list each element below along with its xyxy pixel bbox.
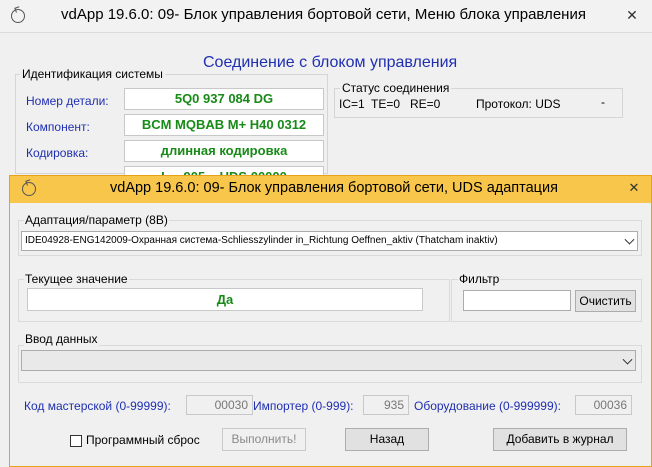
- close-button[interactable]: ✕: [623, 180, 645, 198]
- close-button[interactable]: ✕: [617, 5, 647, 25]
- data-input-legend: Ввод данных: [24, 332, 99, 346]
- workshop-code-label: Код мастерской (0-99999):: [24, 399, 171, 413]
- equipment-field: 00036: [575, 395, 632, 415]
- status-protocol: Протокол: UDS: [476, 97, 561, 111]
- chevron-down-icon: [622, 354, 633, 365]
- execute-button[interactable]: Выполнить!: [222, 428, 306, 451]
- system-identification-legend: Идентификация системы: [20, 67, 165, 81]
- coding-field: длинная кодировка: [124, 140, 324, 162]
- window-title: vdApp 19.6.0: 09- Блок управления бортов…: [61, 6, 586, 23]
- soft-reset-checkbox[interactable]: [70, 435, 82, 447]
- clear-filter-button[interactable]: Очистить: [575, 290, 636, 312]
- adaptation-select[interactable]: IDE04928-ENG142009-Охранная система-Schl…: [21, 231, 638, 251]
- adaptation-legend: Адаптация/параметр (8B): [24, 213, 169, 227]
- part-number-label: Номер детали:: [26, 94, 109, 108]
- status-re: RE=0: [410, 97, 441, 111]
- add-to-log-button[interactable]: Добавить в журнал: [493, 428, 627, 451]
- window-title: vdApp 19.6.0: 09- Блок управления бортов…: [110, 180, 558, 196]
- current-value-legend: Текущее значение: [24, 272, 129, 286]
- status-ic: IC=1: [339, 97, 365, 111]
- title-bar: vdApp 19.6.0: 09- Блок управления бортов…: [10, 176, 651, 203]
- workshop-code-field: 00030: [186, 395, 253, 415]
- app-icon: [22, 182, 36, 196]
- equipment-label: Оборудование (0-999999):: [414, 399, 561, 413]
- app-icon: [11, 9, 25, 23]
- importer-label: Импортер (0-999):: [253, 399, 354, 413]
- part-number-field: 5Q0 937 084 DG: [124, 88, 324, 110]
- coding-label: Кодировка:: [26, 146, 89, 160]
- uds-adaptation-window: vdApp 19.6.0: 09- Блок управления бортов…: [9, 175, 652, 467]
- connection-heading: Соединение с блоком управления: [203, 54, 458, 71]
- chevron-down-icon: [624, 234, 635, 245]
- filter-input[interactable]: [463, 290, 571, 311]
- importer-field: 935: [363, 395, 409, 415]
- data-input-select[interactable]: [21, 350, 636, 371]
- adaptation-select-value: IDE04928-ENG142009-Охранная система-Schl…: [25, 235, 498, 246]
- filter-legend: Фильтр: [458, 272, 501, 286]
- connection-status-legend: Статус соединения: [340, 81, 452, 95]
- status-dash: -: [601, 95, 605, 109]
- back-button[interactable]: Назад: [345, 428, 429, 451]
- soft-reset-label: Программный сброс: [86, 433, 200, 447]
- current-value-field: Да: [27, 288, 423, 311]
- component-field: BCM MQBAB M+ H40 0312: [124, 114, 324, 136]
- title-bar: vdApp 19.6.0: 09- Блок управления бортов…: [0, 0, 652, 33]
- status-te: TE=0: [371, 97, 401, 111]
- component-label: Компонент:: [26, 120, 90, 134]
